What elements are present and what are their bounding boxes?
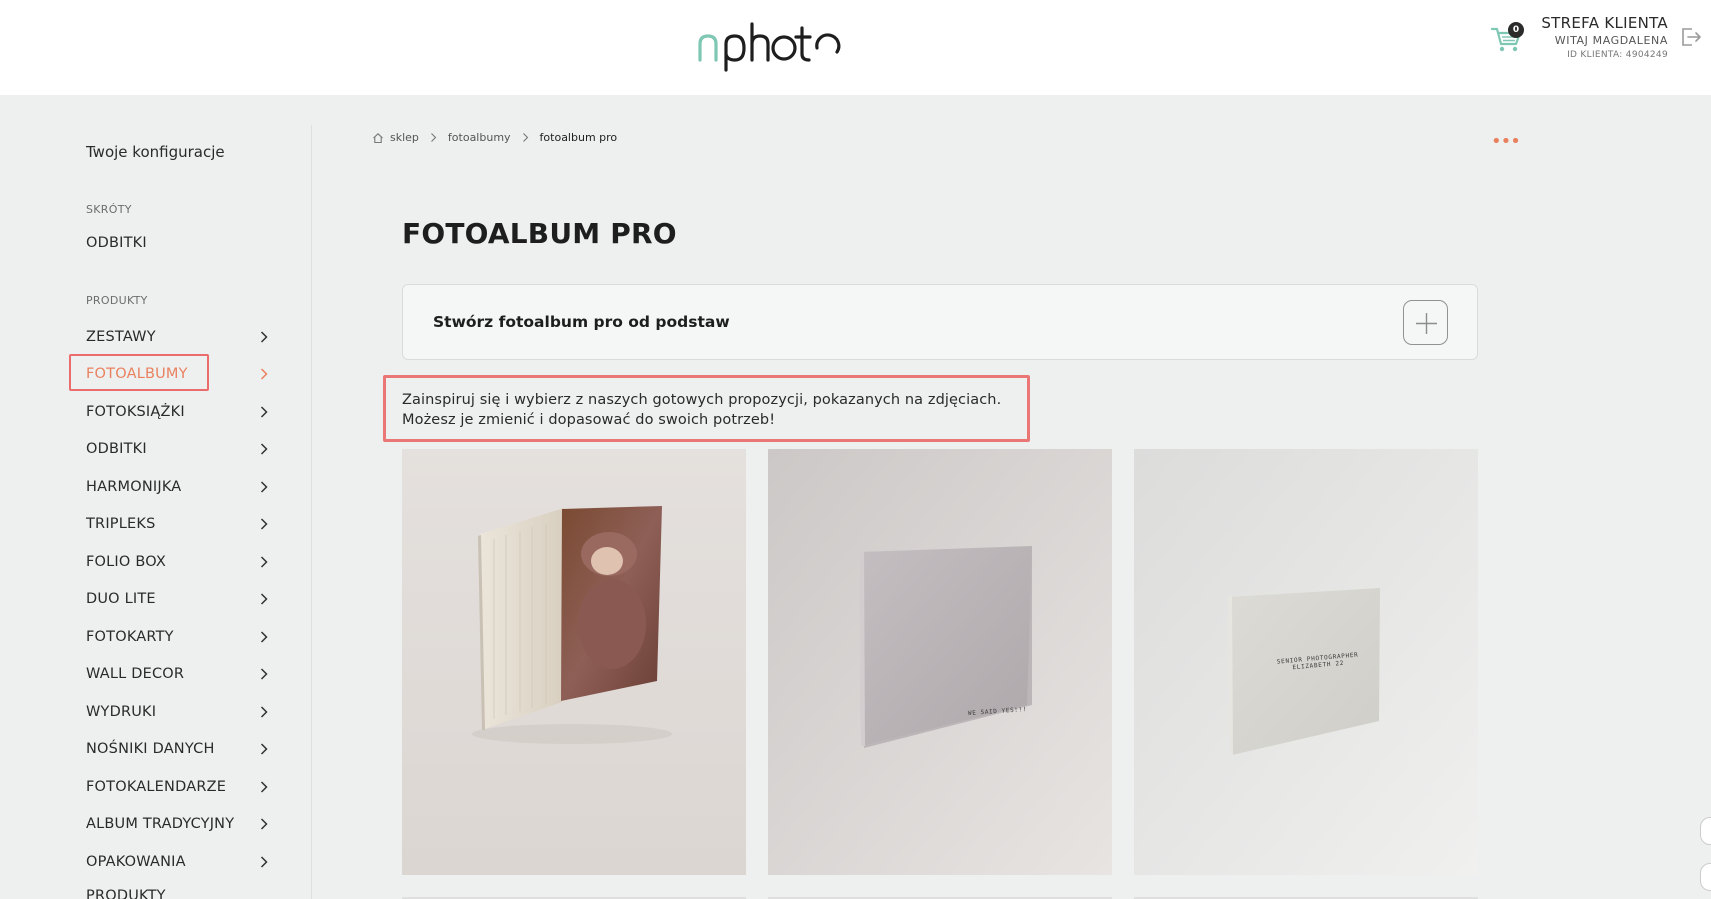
sidebar-item-odbitki[interactable]: ODBITKI (86, 437, 272, 461)
sidebar-item-label: FOLIO BOX (86, 554, 167, 570)
album-tile-photo-cover[interactable] (402, 449, 746, 875)
chevron-right-icon (260, 706, 268, 718)
album-tile-linen-senior[interactable]: SENIOR PHOTOGRAPHER ELIZABETH 22 (1134, 449, 1478, 875)
chevron-right-icon (260, 668, 268, 680)
chevron-right-icon (260, 406, 268, 418)
chevron-right-icon (260, 593, 268, 605)
sidebar-item-label: WALL DECOR (86, 666, 185, 682)
sidebar-item-harmonijka[interactable]: HARMONIJKA (86, 475, 272, 499)
sidebar-item-label: WYDRUKI (86, 704, 157, 720)
shortcuts-heading: SKRÓTY (86, 203, 132, 216)
chevron-right-icon (260, 743, 268, 755)
sidebar-item-label: DUO LITE (86, 591, 156, 607)
sidebar-item-fotoalbumy[interactable]: FOTOALBUMY (86, 362, 272, 386)
chevron-right-icon (260, 556, 268, 568)
album-linen-we-said-yes-image (768, 449, 1112, 875)
sidebar-item-label: ODBITKI (86, 441, 147, 457)
add-button[interactable] (1403, 300, 1448, 345)
sidebar-item-fotokarty[interactable]: FOTOKARTY (86, 625, 272, 649)
shortcut-odbitki[interactable]: ODBITKI (86, 235, 147, 251)
sidebar-item-duo-lite[interactable]: DUO LITE (86, 587, 272, 611)
sidebar-item-label: TRIPLEKS (86, 516, 156, 532)
sidebar-item-folio-box[interactable]: FOLIO BOX (86, 550, 272, 574)
products-heading: PRODUKTY (86, 294, 148, 307)
sidebar-item-fotoksiazki[interactable]: FOTOKSIĄŻKI (86, 400, 272, 424)
chevron-right-icon (260, 631, 268, 643)
sidebar-item-label: PRODUKTY (86, 888, 166, 899)
sidebar-item-nosniki-danych[interactable]: NOŚNIKI DANYCH (86, 737, 272, 761)
floating-widget-button[interactable] (1700, 817, 1711, 845)
sidebar-item-album-tradycyjny[interactable]: ALBUM TRADYCYJNY (86, 812, 272, 836)
chevron-right-icon (522, 133, 528, 142)
sidebar-item-zestawy[interactable]: ZESTAWY (86, 325, 272, 349)
more-options-icon[interactable]: ••• (1491, 133, 1521, 151)
inspiration-line-2: Możesz je zmienić i dopasować do swoich … (402, 412, 776, 428)
floating-chat-button[interactable] (1700, 863, 1711, 891)
chevron-right-icon (260, 856, 268, 868)
album-tile-linen-we-said-yes[interactable]: WE SAID YES!!! (768, 449, 1112, 875)
sidebar-item-produkty[interactable]: PRODUKTY (86, 884, 272, 899)
client-greeting: WITAJ MAGDALENA (1554, 34, 1668, 47)
chevron-right-icon (260, 368, 268, 380)
page-title: FOTOALBUM PRO (402, 217, 677, 250)
chevron-right-icon (260, 481, 268, 493)
sidebar-item-wall-decor[interactable]: WALL DECOR (86, 662, 272, 686)
sidebar-item-label: FOTOALBUMY (86, 366, 188, 382)
sidebar-item-label: OPAKOWANIA (86, 854, 186, 870)
client-id: ID KLIENTA: 4904249 (1567, 50, 1668, 60)
chevron-right-icon (260, 518, 268, 530)
sidebar-item-wydruki[interactable]: WYDRUKI (86, 700, 272, 724)
sidebar-item-label: ALBUM TRADYCYJNY (86, 816, 235, 832)
sidebar-item-label: NOŚNIKI DANYCH (86, 741, 215, 757)
logout-icon[interactable] (1680, 26, 1702, 48)
chevron-right-icon (260, 331, 268, 343)
chevron-right-icon (260, 818, 268, 830)
your-configurations-link[interactable]: Twoje konfiguracje (86, 143, 225, 161)
plus-icon (1416, 313, 1437, 334)
inspiration-text: Zainspiruj się i wybierz z naszych gotow… (402, 390, 1001, 430)
chevron-right-icon (260, 443, 268, 455)
nphoto-logo[interactable] (696, 22, 841, 72)
sidebar-item-opakowania[interactable]: OPAKOWANIA (86, 850, 272, 874)
album-photo-cover-image (402, 449, 746, 875)
home-icon[interactable] (372, 132, 384, 144)
inspiration-line-1: Zainspiruj się i wybierz z naszych gotow… (402, 392, 1002, 408)
sidebar-item-label: FOTOKARTY (86, 629, 174, 645)
create-from-scratch-label: Stwórz fotoalbum pro od podstaw (433, 313, 730, 331)
sidebar-item-label: HARMONIJKA (86, 479, 182, 495)
sidebar-item-fotokalendarze[interactable]: FOTOKALENDARZE (86, 775, 272, 799)
chevron-right-icon (431, 133, 437, 142)
sidebar-item-label: ZESTAWY (86, 329, 156, 345)
chevron-right-icon (260, 781, 268, 793)
top-header: nphoto 0 STREFA KLIENTA WITAJ MAGDALENA … (0, 0, 1711, 95)
breadcrumb-sklep[interactable]: sklep (390, 131, 419, 144)
sidebar-item-label: FOTOKALENDARZE (86, 779, 227, 795)
client-zone[interactable]: STREFA KLIENTA WITAJ MAGDALENA ID KLIENT… (1448, 14, 1668, 60)
client-zone-title[interactable]: STREFA KLIENTA (1448, 14, 1668, 32)
sidebar-divider (311, 125, 312, 899)
breadcrumb-current: fotoalbum pro (539, 131, 618, 144)
sidebar-item-label: FOTOKSIĄŻKI (86, 404, 185, 420)
create-from-scratch-card[interactable]: Stwórz fotoalbum pro od podstaw (402, 284, 1478, 360)
breadcrumb-fotoalbumy[interactable]: fotoalbumy (448, 131, 511, 144)
breadcrumb: sklep fotoalbumy fotoalbum pro (372, 131, 617, 144)
sidebar-item-tripleks[interactable]: TRIPLEKS (86, 512, 272, 536)
